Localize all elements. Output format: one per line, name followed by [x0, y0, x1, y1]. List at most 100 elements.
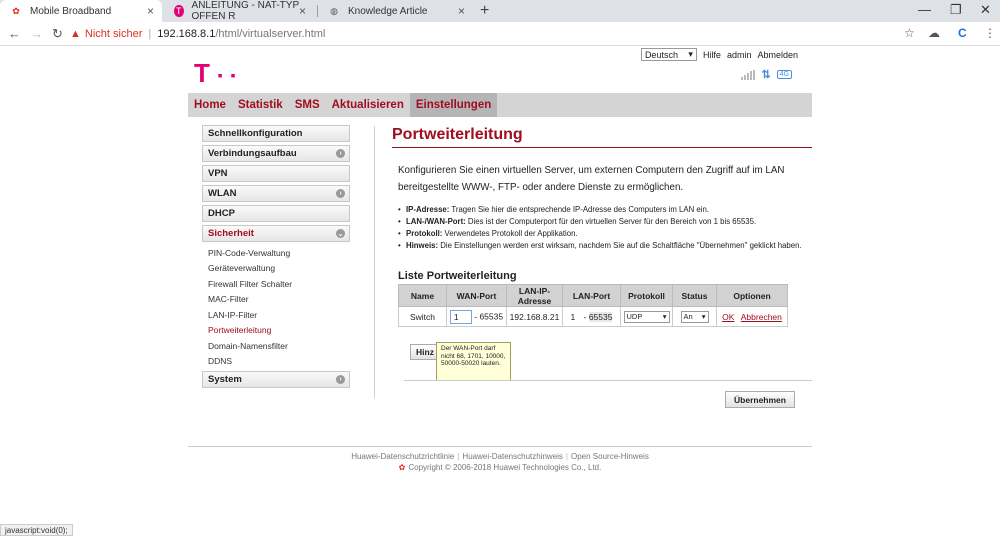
- language-select[interactable]: Deutsch ▾: [640, 48, 697, 61]
- footer-divider: [188, 446, 812, 447]
- close-icon[interactable]: ×: [458, 4, 465, 18]
- tab-mobile-broadband[interactable]: ✿ Mobile Broadband ×: [0, 0, 162, 22]
- list-item: IP-Adresse: Tragen Sie hier die entsprec…: [398, 204, 803, 216]
- tab-title: ANLEITUNG - NAT-TYP OFFEN R: [191, 0, 299, 22]
- lan-port-start-input[interactable]: 1: [571, 312, 576, 322]
- cell-status: An ▾: [672, 306, 717, 327]
- sidebar-item-label: System: [208, 374, 242, 385]
- language-value: Deutsch: [644, 49, 678, 60]
- cell-protocol: UDP ▾: [620, 306, 673, 327]
- user-label: admin: [726, 49, 752, 60]
- page-title: Portweiterleitung: [392, 126, 812, 148]
- security-label: Nicht sicher: [84, 28, 143, 40]
- sidebar-subitem-lan-ip-filter[interactable]: LAN-IP-Filter: [202, 307, 350, 323]
- profile-icon[interactable]: C: [958, 26, 967, 40]
- col-header: WAN-Port: [446, 284, 507, 307]
- signal-icon: [741, 69, 756, 80]
- back-icon[interactable]: ←: [8, 26, 21, 41]
- status-select[interactable]: An ▾: [680, 310, 709, 323]
- logout-link[interactable]: Abmelden: [757, 50, 798, 60]
- intro-text: Konfigurieren Sie einen virtuellen Serve…: [398, 165, 785, 193]
- network-type-badge: 4G: [776, 70, 792, 79]
- url-field[interactable]: ▲ Nicht sicher | 192.168.8.1 /html/virtu…: [70, 25, 920, 43]
- cell-ip: 192.168.8.21: [506, 306, 563, 327]
- sidebar-item-dhcp[interactable]: DHCP: [202, 205, 350, 222]
- footer-links: Huawei-Datenschutzrichtlinie | Huawei-Date…: [351, 452, 649, 461]
- wan-port-start-input[interactable]: 1: [449, 309, 472, 324]
- bookmark-star-icon[interactable]: ☆: [904, 26, 915, 40]
- url-path: /html/virtualserver.html: [215, 28, 326, 40]
- url-separator: |: [148, 28, 152, 40]
- huawei-logo-icon: ✿: [398, 463, 406, 472]
- close-icon[interactable]: ×: [299, 4, 306, 18]
- sidebar-divider: [374, 126, 375, 398]
- footer-copyright: ✿ Copyright © 2006-2018 Huawei Technologi…: [398, 463, 602, 472]
- privacy-notice-link[interactable]: Huawei-Datenschutzhinweis: [462, 452, 563, 461]
- sidebar-subitem-ddns[interactable]: DDNS: [202, 354, 350, 370]
- collapse-icon: ⌄: [336, 229, 345, 238]
- wan-port-tooltip: Der WAN-Port darf nicht 68, 1701, 10000,…: [436, 342, 511, 381]
- col-header: Name: [398, 284, 447, 307]
- list-title: Liste Portweiterleitung: [398, 270, 517, 282]
- expand-icon: ›: [336, 149, 345, 158]
- nav-einstellungen[interactable]: Einstellungen: [409, 93, 498, 117]
- nav-aktualisieren[interactable]: Aktualisieren: [326, 93, 410, 117]
- sidebar-subitem-mac-filter[interactable]: MAC-Filter: [202, 292, 350, 308]
- nav-home[interactable]: Home: [188, 93, 232, 117]
- cell-wan-port: 1 - 65535: [446, 306, 507, 327]
- sidebar-subitem-portweiterleitung[interactable]: Portweiterleitung: [202, 323, 350, 339]
- col-header: LAN-Port: [562, 284, 621, 307]
- wan-port-end: - 65535: [474, 310, 504, 321]
- sidebar-subitem-pin[interactable]: PIN-Code-Verwaltung: [202, 245, 350, 261]
- help-link[interactable]: Hilfe: [703, 50, 721, 60]
- col-header: Optionen: [716, 284, 788, 307]
- browser-tab-bar: ✿ Mobile Broadband × T ANLEITUNG - NAT-T…: [0, 0, 1000, 22]
- privacy-policy-link[interactable]: Huawei-Datenschutzrichtlinie: [351, 452, 454, 461]
- maximize-icon[interactable]: ❐: [950, 2, 962, 18]
- nav-statistik[interactable]: Statistik: [232, 93, 289, 117]
- new-tab-icon[interactable]: +: [480, 2, 489, 20]
- sidebar-subitem-geraete[interactable]: Geräteverwaltung: [202, 261, 350, 277]
- status-icons: ⇅ 4G: [741, 68, 792, 81]
- sidebar-item-sicherheit[interactable]: Sicherheit ⌄: [202, 225, 350, 242]
- list-item: LAN-/WAN-Port: Dies ist der Computerport…: [398, 216, 803, 228]
- lan-port-end-input[interactable]: 65535: [588, 311, 613, 322]
- nav-sms[interactable]: SMS: [289, 93, 326, 117]
- table-row: Switch 1 - 65535 192.168.8.21 1 - 65535 …: [398, 306, 788, 327]
- reload-icon[interactable]: ↻: [52, 26, 63, 42]
- menu-icon[interactable]: ⋮: [984, 26, 996, 40]
- expand-icon: ›: [336, 375, 345, 384]
- tab-title: Knowledge Article: [348, 5, 428, 17]
- data-transfer-icon: ⇅: [761, 69, 771, 81]
- address-bar: ← → ↻ ▲ Nicht sicher | 192.168.8.1 /html…: [0, 22, 1000, 46]
- cell-lan-port: 1 - 65535: [562, 306, 621, 327]
- ok-link[interactable]: OK: [722, 312, 734, 322]
- extension-icon[interactable]: ☁: [928, 26, 940, 40]
- chevron-down-icon: ▾: [688, 49, 693, 59]
- apply-button[interactable]: Übernehmen: [725, 391, 795, 408]
- sidebar-item-label: Sicherheit: [208, 228, 254, 239]
- telekom-icon: T: [174, 5, 184, 17]
- sidebar-subitem-firewall[interactable]: Firewall Filter Schalter: [202, 276, 350, 292]
- sidebar-item-label: DHCP: [208, 208, 235, 219]
- sidebar-item-vpn[interactable]: VPN: [202, 165, 350, 182]
- open-source-link[interactable]: Open Source-Hinweis: [571, 452, 649, 461]
- warning-icon: ▲: [70, 28, 81, 40]
- sidebar-item-schnellkonfiguration[interactable]: Schnellkonfiguration: [202, 125, 350, 142]
- huawei-icon: ✿: [12, 5, 20, 16]
- browser-status-bar: javascript:void(0);: [0, 524, 73, 536]
- minimize-icon[interactable]: —: [918, 2, 931, 17]
- sidebar-item-verbindungsaufbau[interactable]: Verbindungsaufbau ›: [202, 145, 350, 162]
- cancel-link[interactable]: Abbrechen: [741, 312, 782, 322]
- col-header: Status: [672, 284, 717, 307]
- forward-icon[interactable]: →: [30, 26, 43, 41]
- close-window-icon[interactable]: ✕: [980, 2, 991, 18]
- col-header: Protokoll: [620, 284, 673, 307]
- sidebar-item-wlan[interactable]: WLAN ›: [202, 185, 350, 202]
- sidebar-subitem-domain-filter[interactable]: Domain-Namensfilter: [202, 338, 350, 354]
- tab-knowledge-article[interactable]: ◍ Knowledge Article ×: [318, 0, 473, 22]
- sidebar-item-system[interactable]: System ›: [202, 371, 350, 388]
- tab-anleitung[interactable]: T ANLEITUNG - NAT-TYP OFFEN R ×: [164, 0, 314, 22]
- protocol-select[interactable]: UDP ▾: [623, 310, 670, 323]
- close-icon[interactable]: ×: [147, 4, 154, 18]
